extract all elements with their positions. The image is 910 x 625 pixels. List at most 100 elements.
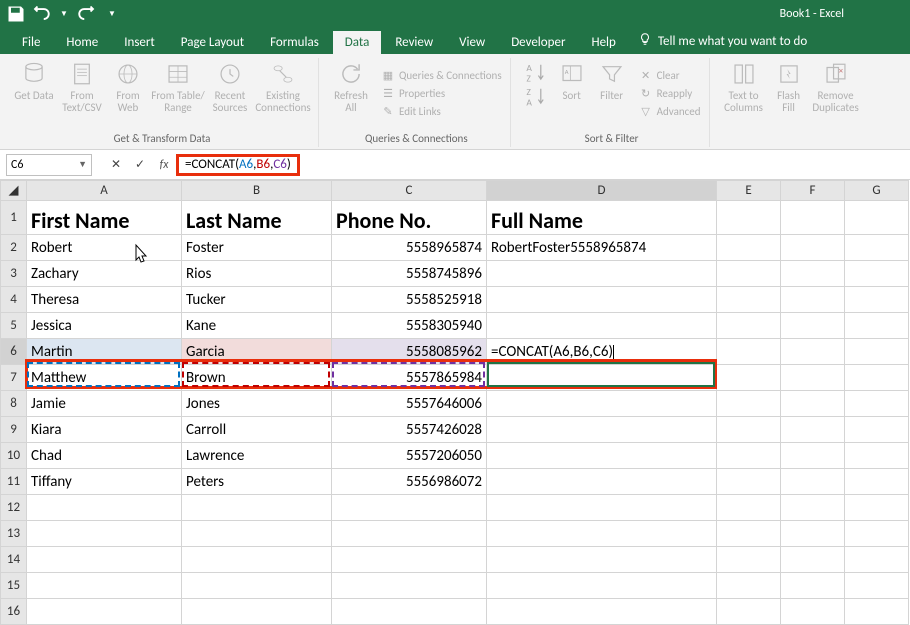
tab-file[interactable]: File — [10, 31, 52, 54]
cell[interactable]: Jamie — [27, 391, 182, 417]
cell[interactable] — [332, 573, 487, 599]
cell[interactable] — [845, 573, 909, 599]
refresh-all-button[interactable]: Refresh All — [329, 58, 373, 126]
cell[interactable]: 5558745896 — [332, 261, 487, 287]
cell[interactable] — [781, 339, 845, 365]
cell[interactable] — [487, 573, 717, 599]
col-header-F[interactable]: F — [781, 181, 845, 201]
cell[interactable] — [487, 261, 717, 287]
cell[interactable]: Matthew — [27, 365, 182, 391]
cell[interactable]: Brown — [182, 365, 332, 391]
cell[interactable] — [717, 469, 781, 495]
select-all-corner[interactable]: ◢ — [1, 181, 27, 201]
cell[interactable]: Foster — [182, 235, 332, 261]
tab-data[interactable]: Data — [333, 31, 382, 54]
cell[interactable] — [182, 547, 332, 573]
cancel-icon[interactable]: ✕ — [104, 154, 128, 176]
cell[interactable]: Jessica — [27, 313, 182, 339]
clear-button[interactable]: ✕Clear — [637, 67, 682, 83]
cell[interactable]: Lawrence — [182, 443, 332, 469]
cell[interactable] — [27, 495, 182, 521]
cell[interactable] — [845, 495, 909, 521]
row-header[interactable]: 16 — [1, 599, 27, 625]
cell[interactable]: Peters — [182, 469, 332, 495]
cell[interactable] — [182, 495, 332, 521]
cell[interactable] — [781, 417, 845, 443]
existing-connections-button[interactable]: Existing Connections — [254, 58, 312, 126]
cell[interactable] — [781, 521, 845, 547]
filter-button[interactable]: Filter — [593, 58, 631, 126]
cell[interactable] — [487, 599, 717, 625]
cell[interactable] — [717, 495, 781, 521]
cell[interactable] — [781, 391, 845, 417]
cell[interactable]: 5557426028 — [332, 417, 487, 443]
cell[interactable]: Full Name — [487, 201, 717, 235]
cell[interactable] — [717, 521, 781, 547]
from-text-csv-button[interactable]: From Text/CSV — [58, 58, 106, 126]
edit-links-button[interactable]: ✎Edit Links — [379, 103, 443, 119]
cell[interactable]: 5556986072 — [332, 469, 487, 495]
tab-developer[interactable]: Developer — [499, 31, 577, 54]
properties-button[interactable]: ☰Properties — [379, 85, 447, 101]
cell[interactable] — [845, 547, 909, 573]
col-header-G[interactable]: G — [845, 181, 909, 201]
row-header[interactable]: 5 — [1, 313, 27, 339]
cell[interactable]: Zachary — [27, 261, 182, 287]
cell[interactable]: 5558085962 — [332, 339, 487, 365]
row-header[interactable]: 7 — [1, 365, 27, 391]
row-header[interactable]: 10 — [1, 443, 27, 469]
cell[interactable] — [781, 573, 845, 599]
cell[interactable] — [487, 287, 717, 313]
cell[interactable] — [487, 495, 717, 521]
recent-sources-button[interactable]: Recent Sources — [208, 58, 252, 126]
cell[interactable] — [845, 417, 909, 443]
cell[interactable]: 5558525918 — [332, 287, 487, 313]
cell[interactable]: Robert — [27, 235, 182, 261]
reapply-button[interactable]: ↻Reapply — [637, 85, 695, 101]
cell[interactable] — [781, 547, 845, 573]
spreadsheet-grid[interactable]: ◢ A B C D E F G 1 First Name Last Name P… — [0, 180, 910, 625]
row-header[interactable]: 4 — [1, 287, 27, 313]
cell[interactable]: Kane — [182, 313, 332, 339]
cell[interactable] — [487, 391, 717, 417]
cell[interactable]: Rios — [182, 261, 332, 287]
cell[interactable] — [781, 469, 845, 495]
cell[interactable] — [717, 391, 781, 417]
row-header[interactable]: 3 — [1, 261, 27, 287]
cell[interactable] — [717, 443, 781, 469]
cell[interactable] — [781, 365, 845, 391]
cell[interactable]: Tiffany — [27, 469, 182, 495]
cell[interactable] — [182, 521, 332, 547]
row-header[interactable]: 15 — [1, 573, 27, 599]
cell[interactable] — [717, 339, 781, 365]
cell[interactable]: Martin — [27, 339, 182, 365]
fx-icon[interactable]: fx — [152, 154, 176, 176]
cell[interactable] — [27, 547, 182, 573]
row-header[interactable]: 8 — [1, 391, 27, 417]
undo-dropdown-icon[interactable]: ▼ — [54, 4, 74, 24]
tab-review[interactable]: Review — [383, 31, 445, 54]
cell[interactable] — [781, 495, 845, 521]
cell[interactable] — [845, 201, 909, 235]
cell[interactable] — [845, 287, 909, 313]
cell[interactable] — [487, 469, 717, 495]
cell[interactable] — [487, 313, 717, 339]
cell-editing[interactable]: =CONCAT(A6,B6,C6) — [487, 339, 717, 365]
cell[interactable] — [717, 573, 781, 599]
row-header[interactable]: 1 — [1, 201, 27, 235]
cell[interactable] — [845, 339, 909, 365]
chevron-down-icon[interactable]: ▼ — [78, 159, 87, 170]
cell[interactable] — [781, 261, 845, 287]
text-to-columns-button[interactable]: Text to Columns — [720, 58, 768, 126]
tell-me[interactable]: Tell me what you want to do — [630, 28, 815, 54]
cell[interactable]: Theresa — [27, 287, 182, 313]
cell[interactable] — [845, 391, 909, 417]
advanced-button[interactable]: ▽Advanced — [637, 103, 703, 119]
cell[interactable]: Kiara — [27, 417, 182, 443]
cell[interactable] — [845, 521, 909, 547]
cell[interactable] — [332, 495, 487, 521]
cell[interactable] — [845, 261, 909, 287]
cell[interactable]: First Name — [27, 201, 182, 235]
name-box[interactable]: C6 ▼ — [6, 154, 92, 176]
cell[interactable] — [845, 235, 909, 261]
